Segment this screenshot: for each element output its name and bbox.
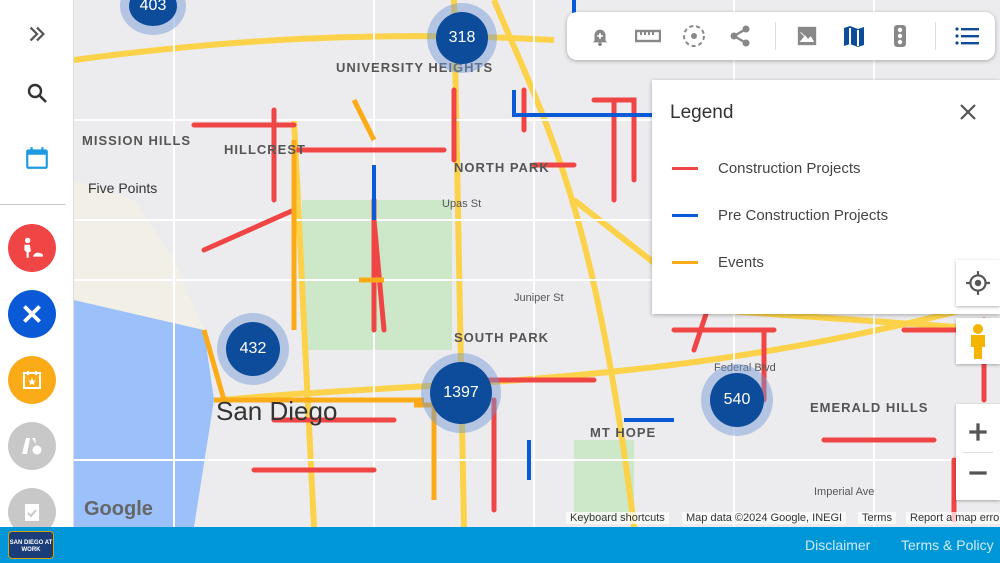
map-label: San Diego <box>216 396 338 426</box>
legend-title: Legend <box>670 102 734 123</box>
satellite-image-icon <box>797 26 817 46</box>
legend-label: Construction Projects <box>718 159 861 177</box>
legend-swatch <box>672 260 698 264</box>
add-alert-button[interactable] <box>585 22 615 50</box>
list-icon <box>955 27 979 45</box>
sidebar <box>0 0 74 536</box>
san-diego-at-work-logo[interactable]: SAN DIEGO AT WORK <box>8 531 54 559</box>
calendar-button[interactable] <box>12 138 62 178</box>
tools-icon <box>23 305 41 323</box>
satellite-view-button[interactable] <box>792 22 822 50</box>
map-label: SOUTH PARK <box>454 330 549 345</box>
construction-layer-button[interactable] <box>8 224 56 272</box>
sidebar-divider <box>0 204 66 205</box>
share-icon <box>730 25 750 47</box>
map-label: Juniper St <box>514 292 564 304</box>
cluster-marker[interactable]: 1397 <box>430 362 492 424</box>
radius-button[interactable] <box>679 22 709 50</box>
map-label: Upas St <box>442 198 482 210</box>
map-view-button[interactable] <box>839 22 869 50</box>
expand-button[interactable] <box>12 14 62 54</box>
legend-swatch <box>672 166 698 170</box>
cluster-marker[interactable]: 318 <box>436 12 488 64</box>
map-label: EMERALD HILLS <box>810 400 929 415</box>
map-toolbar <box>567 12 995 60</box>
my-location-button[interactable] <box>956 260 1000 306</box>
search-icon <box>27 83 47 103</box>
map-label: Federal Blvd <box>714 362 776 374</box>
close-icon[interactable] <box>956 100 980 124</box>
pre-construction-layer-button[interactable] <box>8 290 56 338</box>
zoom-out-icon[interactable] <box>965 453 991 493</box>
map-icon <box>844 26 864 47</box>
terms-policy-link[interactable]: Terms & Policy <box>901 537 994 553</box>
cluster-marker[interactable]: 432 <box>226 322 280 376</box>
calendar-icon <box>26 147 48 169</box>
legend-button[interactable] <box>952 22 982 50</box>
events-layer-button[interactable] <box>8 356 56 404</box>
street-view-pegman[interactable] <box>956 318 1000 364</box>
calendar-star-icon <box>23 371 41 389</box>
toolbar-divider <box>935 22 936 50</box>
map-label: HILLCREST <box>224 142 306 157</box>
legend-label: Events <box>718 253 764 271</box>
google-logo: Google <box>84 498 153 520</box>
map-data-attribution: Map data ©2024 Google, INEGI <box>682 512 847 524</box>
map-label: MISSION HILLS <box>82 133 192 148</box>
traffic-light-icon <box>894 25 906 47</box>
radius-icon <box>683 25 705 47</box>
pegman-icon <box>971 324 985 359</box>
double-chevron-right-icon <box>29 26 45 42</box>
legend-swatch <box>672 213 698 217</box>
disclaimer-link[interactable]: Disclaimer <box>805 537 870 553</box>
legend-item-construction: Construction Projects <box>672 158 861 178</box>
crosshair-icon <box>966 271 990 295</box>
zoom-control <box>956 404 1000 500</box>
clipboard-check-icon <box>25 504 39 521</box>
legend-panel: Legend Construction Projects Pre Constru… <box>652 80 1000 314</box>
search-button[interactable] <box>12 73 62 113</box>
cluster-marker[interactable]: 540 <box>710 373 764 427</box>
legend-item-pre-construction: Pre Construction Projects <box>672 205 888 225</box>
report-map-error-link[interactable]: Report a map error <box>906 512 1000 524</box>
footer: SAN DIEGO AT WORK Disclaimer Terms & Pol… <box>0 527 1000 563</box>
road-schedule-layer-button[interactable] <box>8 422 56 470</box>
legend-item-events: Events <box>672 252 764 272</box>
road-clock-icon <box>22 438 43 456</box>
ruler-icon <box>635 29 661 43</box>
map-label: Imperial Ave <box>814 486 875 498</box>
bell-plus-icon <box>592 29 608 47</box>
map-label: NORTH PARK <box>454 160 550 175</box>
map-label: Five Points <box>88 180 158 196</box>
legend-label: Pre Construction Projects <box>718 206 889 224</box>
terms-link[interactable]: Terms <box>858 512 896 524</box>
share-button[interactable] <box>725 22 755 50</box>
toolbar-divider <box>775 22 776 50</box>
traffic-button[interactable] <box>885 22 915 50</box>
map-label: MT HOPE <box>590 425 657 440</box>
measure-button[interactable] <box>633 22 663 50</box>
keyboard-shortcuts-link[interactable]: Keyboard shortcuts <box>566 512 669 524</box>
construction-worker-icon <box>24 237 43 258</box>
zoom-in-icon[interactable] <box>965 412 991 452</box>
